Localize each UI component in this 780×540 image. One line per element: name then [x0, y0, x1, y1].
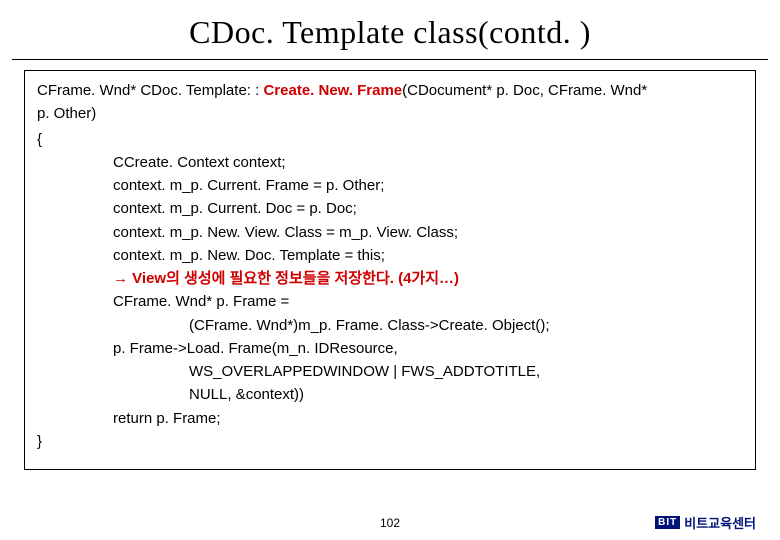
brace-open: { [37, 128, 743, 151]
sig-text-1: CFrame. Wnd* CDoc. Template: : [37, 82, 263, 99]
code-body: CCreate. Context context; context. m_p. … [37, 151, 743, 430]
code-line-indented: NULL, &context)) [113, 383, 743, 406]
comment-text: View의 생성에 필요한 정보들을 저장한다. (4가지…) [128, 270, 459, 287]
code-line: context. m_p. New. Doc. Template = this; [113, 244, 743, 267]
code-line: CFrame. Wnd* p. Frame = [113, 290, 743, 313]
signature-line-2: p. Other) [37, 102, 743, 125]
sig-text-2: (CDocument* p. Doc, CFrame. Wnd* [402, 82, 647, 99]
code-comment-red: → View의 생성에 필요한 정보들을 저장한다. (4가지…) [113, 267, 743, 290]
brand: BIT 비트교육센터 [655, 513, 756, 532]
code-line: p. Frame->Load. Frame(m_n. IDResource, [113, 337, 743, 360]
code-line: return p. Frame; [113, 407, 743, 430]
slide-title: CDoc. Template class(contd. ) [0, 0, 780, 57]
code-line: context. m_p. New. View. Class = m_p. Vi… [113, 221, 743, 244]
title-rule [12, 59, 768, 60]
brand-logo-icon: BIT [655, 516, 680, 529]
signature-line-1: CFrame. Wnd* CDoc. Template: : Create. N… [37, 79, 743, 102]
brace-close: } [37, 430, 743, 453]
code-line: CCreate. Context context; [113, 151, 743, 174]
code-line: context. m_p. Current. Doc = p. Doc; [113, 197, 743, 220]
brand-text: 비트교육센터 [684, 513, 756, 532]
code-line-indented: (CFrame. Wnd*)m_p. Frame. Class->Create.… [113, 314, 743, 337]
code-box: CFrame. Wnd* CDoc. Template: : Create. N… [24, 70, 756, 470]
code-line-indented: WS_OVERLAPPEDWINDOW | FWS_ADDTOTITLE, [113, 360, 743, 383]
code-line: context. m_p. Current. Frame = p. Other; [113, 174, 743, 197]
sig-method-name: Create. New. Frame [263, 82, 402, 99]
slide: CDoc. Template class(contd. ) CFrame. Wn… [0, 0, 780, 540]
arrow-icon: → [113, 270, 128, 287]
